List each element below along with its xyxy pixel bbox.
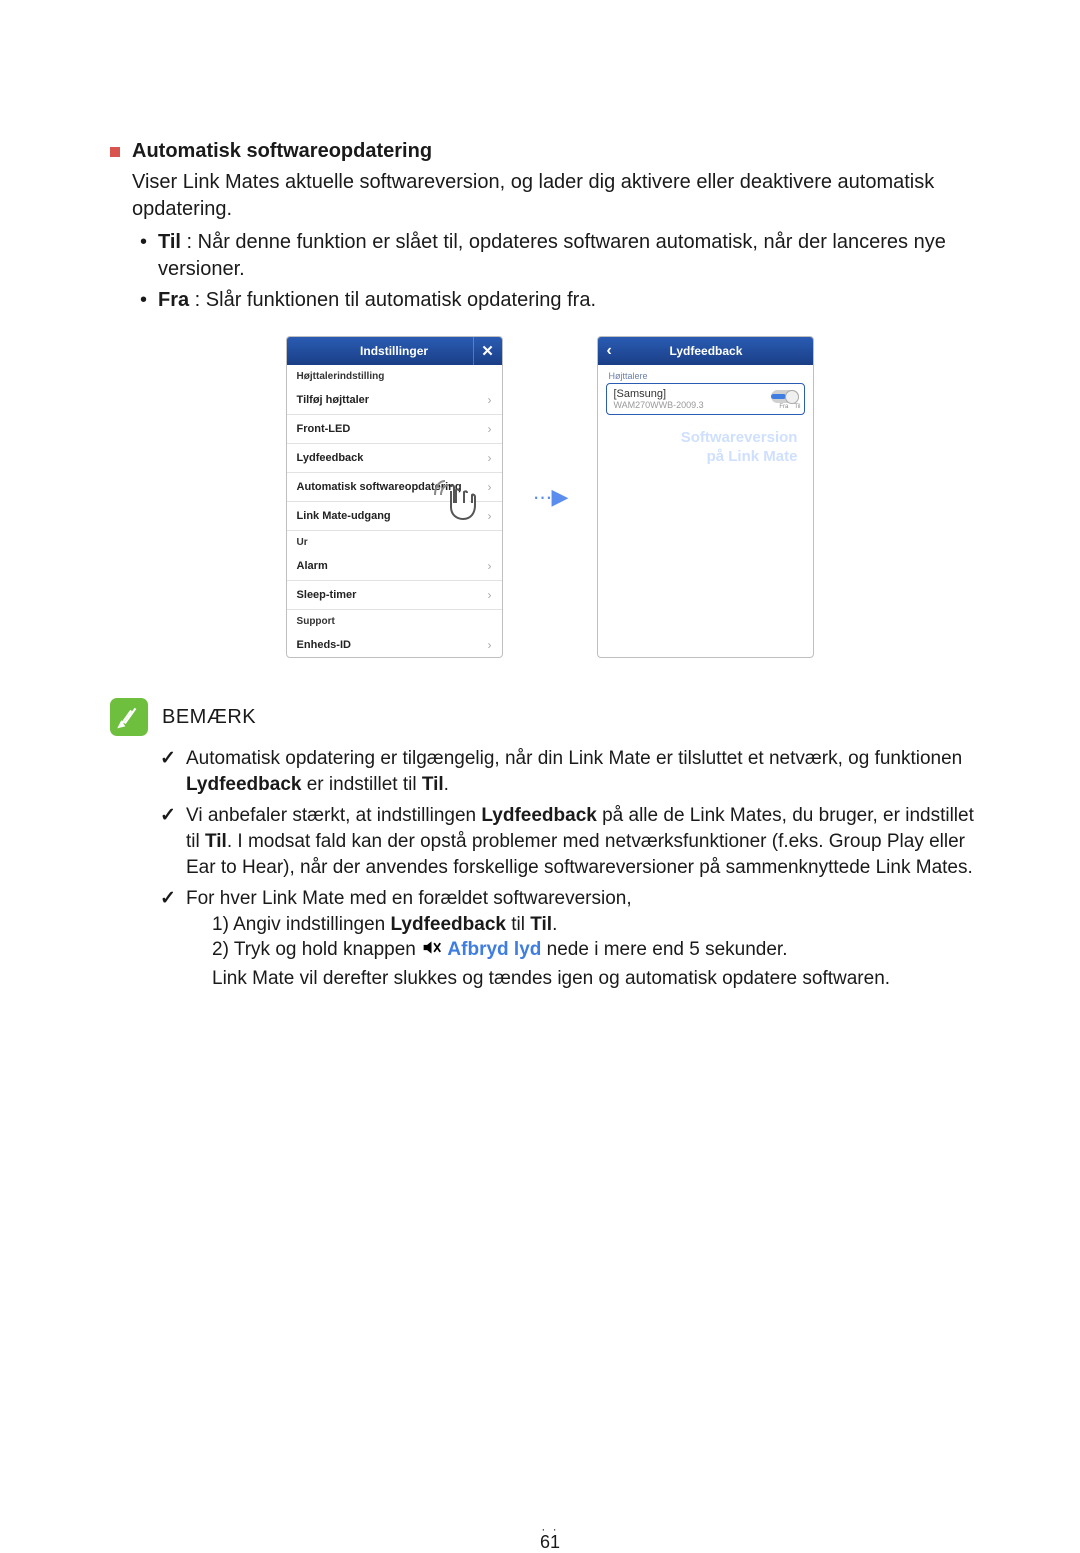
note-item-2: Vi anbefaler stærkt, at indstillingen Ly… [160,803,990,880]
option-fra: Fra : Slår funktionen til automatisk opd… [140,287,990,314]
chevron-right-icon: › [488,422,492,436]
note-step-3: Link Mate vil derefter slukkes og tændes… [212,966,990,992]
list-item-label: Front-LED [297,423,351,435]
note-item-3: For hver Link Mate med en forældet softw… [160,886,990,992]
chevron-right-icon: › [488,480,492,494]
phone2-title: Lydfeedback [669,344,742,358]
toggle-off-label: Fra [779,404,788,410]
phone1-title: Indstillinger [360,344,428,358]
arrow-right-icon: ···▶ [533,484,568,510]
note-icon [110,698,148,736]
option-til: Til : Når denne funktion er slået til, o… [140,229,990,283]
option-fra-text: : Slår funktionen til automatisk opdater… [189,289,596,311]
section-intro: Viser Link Mates aktuelle softwareversio… [132,169,990,223]
chevron-right-icon: › [488,588,492,602]
chevron-right-icon: › [488,451,492,465]
option-til-text: : Når denne funktion er slået til, opdat… [158,231,946,280]
page-number-value: 61 [540,1532,560,1552]
list-item[interactable]: Sleep-timer › [287,581,502,610]
option-list: Til : Når denne funktion er slået til, o… [140,229,990,314]
toggle-on-label: Til [794,404,800,410]
chevron-right-icon: › [488,509,492,523]
list-item[interactable]: Enheds-ID › [287,631,502,658]
note-item-1: Automatisk opdatering er tilgængelig, nå… [160,746,990,797]
back-icon[interactable]: ‹ [606,337,611,365]
callout-line2: på Link Mate [606,448,797,467]
option-til-label: Til [158,231,181,253]
phone1-cat3: Support [287,610,502,631]
speakers-label: Højttalere [608,371,805,381]
list-item-label: Sleep-timer [297,589,357,601]
chevron-right-icon: › [488,638,492,652]
version-callout: Softwareversion på Link Mate [606,429,805,467]
bullet-square-icon [110,147,120,157]
toggle-labels: Fra Til [779,404,800,410]
phone1-cat1: Højttalerindstilling [287,365,502,386]
list-item[interactable]: Tilføj højttaler › [287,386,502,415]
phone2-header: ‹ Lydfeedback [598,337,813,365]
list-item-label: Lydfeedback [297,452,364,464]
update-toggle[interactable] [771,390,799,403]
tap-gesture-icon [427,473,487,536]
mute-icon [421,937,442,966]
note-list: Automatisk opdatering er tilgængelig, nå… [160,746,990,992]
device-entry: [Samsung] WAM270WWB-2009.3 Fra Til [606,383,805,415]
list-item-label: Tilføj højttaler [297,394,370,406]
device-version: WAM270WWB-2009.3 [613,400,798,410]
chevron-right-icon: › [488,559,492,573]
list-item-label: Enheds-ID [297,639,351,651]
chevron-right-icon: › [488,393,492,407]
list-item-label: Alarm [297,560,328,572]
screenshot-row: Indstillinger ✕ Højttalerindstilling Til… [110,336,990,658]
phone1-header: Indstillinger ✕ [287,337,502,365]
option-fra-label: Fra [158,289,189,311]
afbryd-lyd-label: Afbryd lyd [447,939,541,960]
list-item[interactable]: Front-LED › [287,415,502,444]
list-item[interactable]: Lydfeedback › [287,444,502,473]
note-title: BEMÆRK [162,706,256,729]
note-step-1: 1) Angiv indstillingen Lydfeedback til T… [212,912,990,938]
note-header: BEMÆRK [110,698,990,736]
page-number: · · 61 [110,1522,990,1553]
phone-lydfeedback: ‹ Lydfeedback Højttalere [Samsung] WAM27… [597,336,814,658]
callout-line1: Softwareversion [606,429,797,448]
list-item[interactable]: Alarm › [287,552,502,581]
section-heading: Automatisk softwareopdatering [110,140,990,163]
note-step-2: 2) Tryk og hold knappen Afbryd lyd nede … [212,937,990,966]
section-heading-text: Automatisk softwareopdatering [132,140,432,163]
phone-settings: Indstillinger ✕ Højttalerindstilling Til… [286,336,503,658]
list-item-label: Link Mate-udgang [297,510,391,522]
close-icon[interactable]: ✕ [473,337,502,365]
